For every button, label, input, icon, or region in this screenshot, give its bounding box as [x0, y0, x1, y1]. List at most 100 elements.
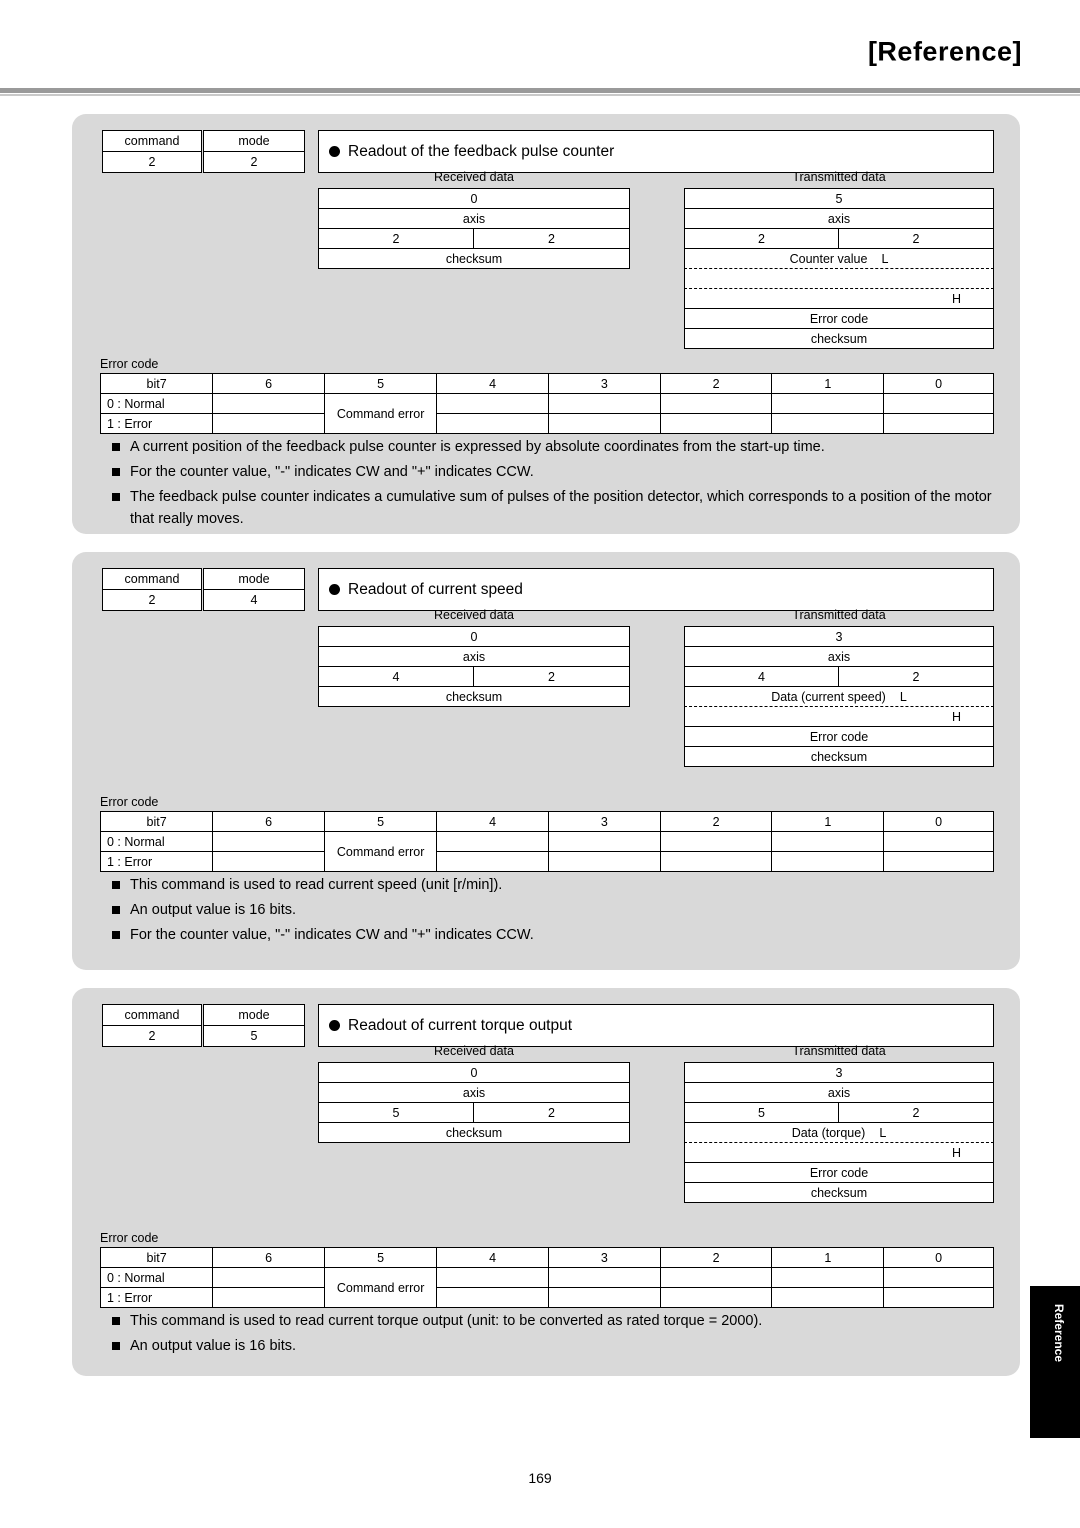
error-code-table-1: bit7 6 5 4 3 2 1 0 0 : Normal Command er…	[99, 373, 994, 434]
bullet-icon	[329, 1020, 340, 1031]
received-axis-3: axis	[318, 1082, 630, 1103]
ec-blank	[771, 831, 885, 852]
command-header-2: command	[102, 568, 202, 590]
ec-blank	[212, 851, 325, 872]
page-number: 169	[528, 1470, 552, 1486]
eh-3: 4	[436, 1247, 550, 1268]
eh-3: 4	[436, 373, 550, 394]
data-label-2: Data (current speed)	[771, 689, 886, 704]
data-high-letter-2: H	[952, 709, 962, 724]
ec-blank	[771, 413, 885, 434]
eh-0: bit7	[99, 1247, 214, 1268]
header-divider	[0, 88, 1080, 93]
ec-blank	[212, 393, 325, 414]
eh-6: 1	[771, 811, 885, 832]
transmitted-row3-right-2: 2	[838, 666, 994, 687]
received-checksum-1: checksum	[318, 248, 630, 269]
bullet-icon	[329, 146, 340, 157]
ec-blank	[436, 831, 550, 852]
ec-blank	[659, 1267, 773, 1288]
mode-header-2: mode	[203, 568, 305, 590]
table-row: 0 : Normal Command error	[99, 831, 994, 872]
mode-value-1: 2	[203, 151, 305, 173]
eh-4: 3	[548, 1247, 661, 1268]
ec-blank	[436, 393, 550, 414]
transmitted-counter-value-low-1: Counter value L	[684, 248, 994, 269]
bullet-icon	[329, 584, 340, 595]
transmitted-data-label-1: Transmitted data	[792, 170, 886, 184]
section-title-3: Readout of current torque output	[318, 1004, 994, 1047]
section-panel-current-torque: command mode 2 5 Readout of current torq…	[72, 988, 1020, 1376]
ec-blank	[548, 1267, 661, 1288]
transmitted-error-code-3: Error code	[684, 1162, 994, 1183]
transmitted-row3-left-1: 2	[684, 228, 839, 249]
received-axis-1: axis	[318, 208, 630, 229]
eh-7: 0	[883, 1247, 994, 1268]
note-item: This command is used to read current spe…	[110, 874, 1000, 896]
eh-0: bit7	[99, 811, 214, 832]
ec-blank	[883, 1267, 994, 1288]
transmitted-axis-2: axis	[684, 646, 994, 667]
received-row3-left-1: 2	[318, 228, 474, 249]
ec-blank	[883, 851, 994, 872]
transmitted-row1-3: 3	[684, 1062, 994, 1083]
ec-blank	[436, 413, 550, 434]
received-row3-right-2: 2	[473, 666, 630, 687]
eh-1: 6	[212, 373, 325, 394]
transmitted-axis-3: axis	[684, 1082, 994, 1103]
table-row: 1 : Error	[99, 851, 994, 872]
ec-blank	[771, 851, 885, 872]
received-row3-left-2: 4	[318, 666, 474, 687]
counter-value-label-1: Counter value	[789, 251, 868, 266]
ec-blank	[659, 831, 773, 852]
eh-3: 4	[436, 811, 550, 832]
section-title-2: Readout of current speed	[318, 568, 994, 611]
error-code-label-1: Error code	[100, 357, 159, 371]
received-row3-right-3: 2	[473, 1102, 630, 1123]
side-tab-label: Reference	[1052, 1303, 1066, 1362]
table-row: 1 : Error	[99, 1287, 994, 1308]
ec-blank	[883, 831, 994, 852]
transmitted-checksum-1: checksum	[684, 328, 994, 349]
page-header: [Reference]	[0, 0, 1080, 96]
ec-error-3: 1 : Error	[99, 1287, 214, 1308]
received-row1-2: 0	[318, 626, 630, 647]
transmitted-data-high-2: H	[684, 706, 994, 727]
counter-value-low-letter-1: L	[881, 251, 889, 266]
section-title-1: Readout of the feedback pulse counter	[318, 130, 994, 173]
counter-value-high-letter-1: H	[952, 291, 962, 306]
note-item: For the counter value, "-" indicates CW …	[110, 461, 1000, 483]
note-item: For the counter value, "-" indicates CW …	[110, 924, 1000, 946]
ec-blank	[436, 851, 550, 872]
ec-blank	[883, 1287, 994, 1308]
received-row3-left-3: 5	[318, 1102, 474, 1123]
data-low-letter-3: L	[879, 1125, 887, 1140]
note-item: The feedback pulse counter indicates a c…	[110, 486, 1000, 530]
ec-command-error-1: Command error	[323, 393, 438, 434]
transmitted-data-label-2: Transmitted data	[792, 608, 886, 622]
ec-blank	[212, 1287, 325, 1308]
table-row: 0 : Normal Command error	[99, 393, 994, 434]
command-value-3: 2	[102, 1025, 202, 1047]
ec-command-error-2: Command error	[323, 831, 438, 872]
note-item: An output value is 16 bits.	[110, 899, 1000, 921]
transmitted-checksum-2: checksum	[684, 746, 994, 767]
ec-command-error-3: Command error	[323, 1267, 438, 1308]
ec-blank	[771, 393, 885, 414]
notes-list-1: A current position of the feedback pulse…	[110, 436, 1000, 533]
section-title-text-3: Readout of current torque output	[348, 1016, 573, 1034]
command-header-1: command	[102, 130, 202, 152]
received-checksum-3: checksum	[318, 1122, 630, 1143]
transmitted-data-low-2: Data (current speed) L	[684, 686, 994, 707]
note-item: A current position of the feedback pulse…	[110, 436, 1000, 458]
ec-blank	[659, 851, 773, 872]
ec-blank	[883, 413, 994, 434]
mode-header-1: mode	[203, 130, 305, 152]
notes-list-2: This command is used to read current spe…	[110, 874, 1000, 949]
ec-error-2: 1 : Error	[99, 851, 214, 872]
note-item: An output value is 16 bits.	[110, 1335, 1000, 1357]
eh-7: 0	[883, 811, 994, 832]
eh-5: 2	[659, 373, 773, 394]
eh-2: 5	[323, 811, 438, 832]
command-value-1: 2	[102, 151, 202, 173]
